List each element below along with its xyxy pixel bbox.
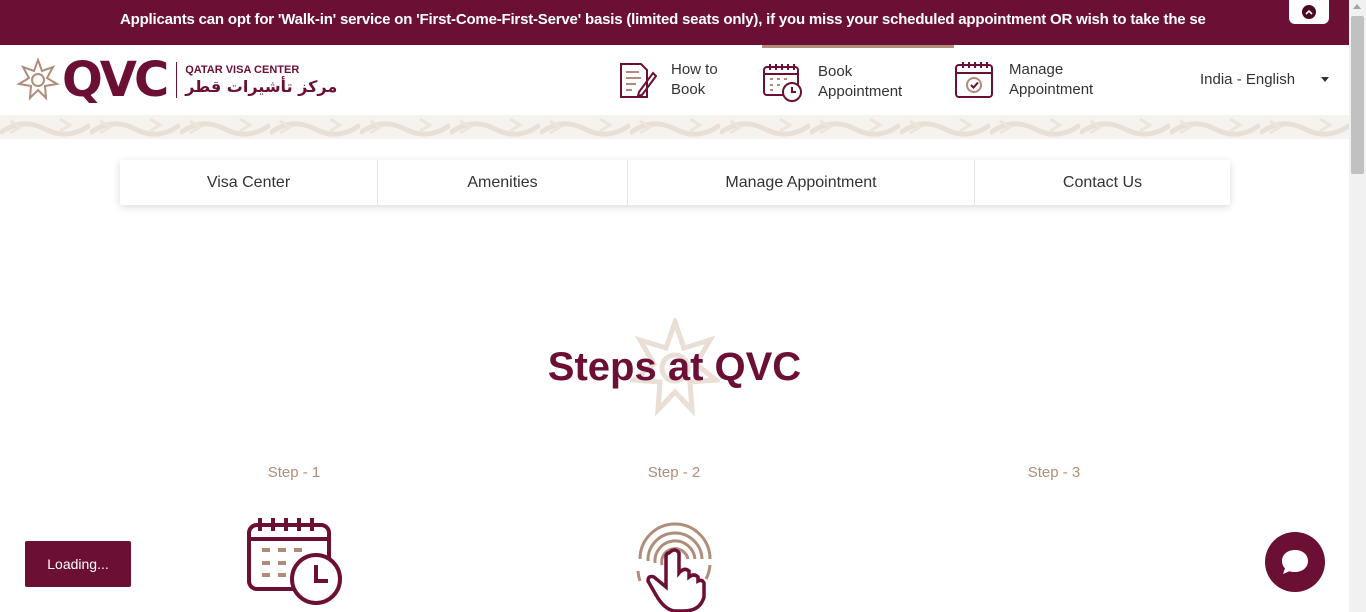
subnav-amenities[interactable]: Amenities [378, 160, 628, 205]
qvc-logo[interactable]: QVC QATAR VISA CENTER مركز تأشيرات قطر [16, 55, 337, 105]
nav-how-to-book-line2: Book [671, 81, 706, 98]
nav-manage-appointment[interactable]: Manage Appointment [953, 45, 1123, 115]
pattern-graphic [0, 115, 1349, 139]
logo-divider [176, 62, 178, 98]
page-scrollbar[interactable] [1349, 0, 1366, 612]
language-selector[interactable]: India - English [1200, 71, 1295, 88]
scrollbar-thumb[interactable] [1351, 16, 1364, 174]
document-pen-icon [620, 63, 657, 98]
nav-how-to-book-label: How to Book [671, 60, 718, 100]
logo-wordmark: QVC [62, 52, 169, 108]
subnav-manage-appointment[interactable]: Manage Appointment [628, 160, 975, 205]
announcement-collapse-button[interactable] [1289, 0, 1329, 24]
decorative-pattern-band [0, 115, 1349, 139]
loading-indicator: Loading... [25, 541, 131, 587]
site-header: QVC QATAR VISA CENTER مركز تأشيرات قطر H… [0, 45, 1349, 115]
qvc-star-logo-icon [16, 57, 60, 101]
nav-book-appointment-line2: Appointment [818, 82, 903, 100]
nav-manage-appointment-line1: Manage [1009, 61, 1064, 78]
logo-subtitle-arabic: مركز تأشيرات قطر [185, 77, 338, 96]
calendar-clock-icon [763, 63, 802, 102]
nav-how-to-book[interactable]: How to Book [615, 45, 745, 115]
nav-book-appointment-line1: Book [818, 62, 853, 80]
calendar-check-icon [955, 62, 993, 98]
step-1-calendar-clock-icon [247, 518, 342, 605]
chat-button[interactable] [1265, 532, 1325, 592]
nav-manage-appointment-line2: Appointment [1009, 81, 1094, 98]
announcement-text: Applicants can opt for 'Walk-in' service… [120, 11, 1206, 28]
scroll-up-arrow-icon[interactable] [1353, 4, 1361, 9]
logo-subtitle: QATAR VISA CENTER مركز تأشيرات قطر [185, 64, 337, 96]
caret-down-icon[interactable] [1321, 77, 1329, 82]
subnav-contact-us[interactable]: Contact Us [975, 160, 1230, 205]
chat-bubble-icon [1282, 550, 1308, 574]
nav-book-appointment-label: Book Appointment [818, 62, 902, 102]
nav-manage-appointment-label: Manage Appointment [1009, 60, 1093, 100]
nav-book-appointment[interactable]: Book Appointment [762, 45, 954, 115]
steps-title: Steps at QVC [547, 345, 802, 389]
sub-navigation: Visa Center Amenities Manage Appointment… [120, 160, 1230, 205]
subnav-visa-center[interactable]: Visa Center [120, 160, 378, 205]
announcement-bar: Applicants can opt for 'Walk-in' service… [0, 0, 1349, 45]
nav-how-to-book-line1: How to [671, 61, 718, 78]
step-3-label: Step - 3 [1027, 464, 1081, 481]
logo-subtitle-english: QATAR VISA CENTER [185, 64, 300, 76]
chevron-up-icon [1302, 5, 1316, 19]
step-2-fingerprint-tap-icon [636, 522, 712, 612]
step-1-label: Step - 1 [267, 464, 321, 481]
step-2-label: Step - 2 [647, 464, 701, 481]
